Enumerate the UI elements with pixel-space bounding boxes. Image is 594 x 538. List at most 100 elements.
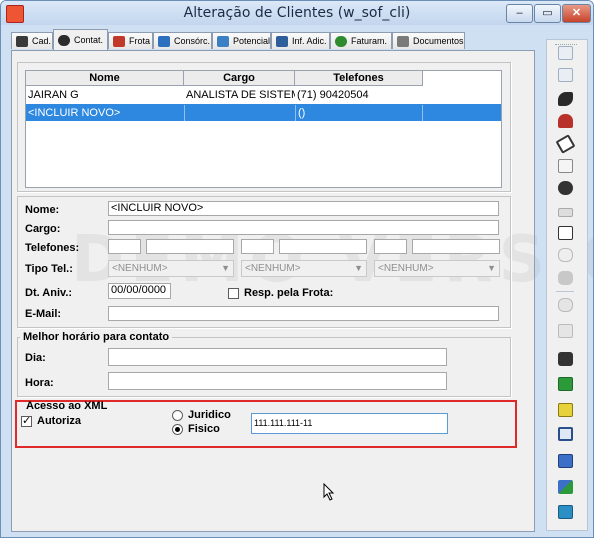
cargo-label: Cargo: xyxy=(25,223,61,235)
align-icon xyxy=(558,454,573,468)
phone2-ddd-input[interactable] xyxy=(241,239,274,254)
toolbar-button-6[interactable] xyxy=(554,157,578,175)
tab-label: Cad. xyxy=(32,36,52,46)
toolbar-button-14[interactable] xyxy=(554,350,578,368)
select-value: <NENHUM> xyxy=(112,263,168,274)
toolbar-button-12[interactable] xyxy=(554,296,578,314)
toolbar-button-4[interactable] xyxy=(554,112,578,130)
tipo-tel-select-2[interactable]: <NENHUM> ▼ xyxy=(241,260,367,277)
window-copy-icon xyxy=(558,427,573,441)
truck-icon xyxy=(558,208,573,217)
toolbar-button-10[interactable] xyxy=(554,246,578,264)
juridico-radio[interactable] xyxy=(172,410,183,421)
toolbar-button-16[interactable] xyxy=(554,401,578,419)
tab-label: Contat. xyxy=(74,35,104,45)
column-header-telefones[interactable]: Telefones xyxy=(295,71,423,86)
cargo-input[interactable] xyxy=(108,220,499,235)
cell-telefones: (71) 90420504 xyxy=(297,89,369,101)
chart-up-icon xyxy=(558,480,573,494)
tools-icon xyxy=(113,36,125,47)
toolbar-button-8[interactable] xyxy=(554,202,578,220)
eraser-icon xyxy=(555,134,576,154)
note-icon xyxy=(558,403,573,417)
maximize-button[interactable]: ▭ xyxy=(534,4,561,23)
tipo-tel-select-3[interactable]: <NENHUM> ▼ xyxy=(374,260,500,277)
email-label: E-Mail: xyxy=(25,308,62,320)
main-window: Alteração de Clientes (w_sof_cli) ‒ ▭ ✕ … xyxy=(0,0,594,538)
phone3-ddd-input[interactable] xyxy=(374,239,407,254)
tab-label: Documentos xyxy=(413,36,464,46)
toolbar-button-17[interactable] xyxy=(554,425,578,443)
phone3-number-input[interactable] xyxy=(412,239,500,254)
title-bar[interactable]: Alteração de Clientes (w_sof_cli) ‒ ▭ ✕ xyxy=(1,1,593,25)
toolbar-button-20[interactable] xyxy=(554,503,578,521)
telephone-icon xyxy=(58,35,70,46)
dia-input[interactable] xyxy=(108,348,447,366)
chevron-down-icon: ▼ xyxy=(487,263,496,273)
toolbar-button-9[interactable] xyxy=(554,224,578,242)
toolbar-button-7[interactable] xyxy=(554,179,578,197)
tab-frota[interactable]: Frota xyxy=(108,32,153,49)
tipo-tel-select-1[interactable]: <NENHUM> ▼ xyxy=(108,260,234,277)
autoriza-label: Autoriza xyxy=(37,415,81,427)
stop-icon xyxy=(558,271,573,285)
person-run-icon xyxy=(16,36,28,47)
toolbar-button-18[interactable] xyxy=(554,452,578,470)
tab-cad[interactable]: Cad. xyxy=(11,32,53,49)
tipo-tel-label: Tipo Tel.: xyxy=(25,263,73,275)
toolbar-button-19[interactable] xyxy=(554,478,578,496)
email-input[interactable] xyxy=(108,306,499,321)
cell-cargo: ANALISTA DE SISTEMAS xyxy=(186,89,295,101)
column-header-cargo[interactable]: Cargo xyxy=(184,71,295,86)
toolbar-button-11[interactable] xyxy=(554,269,578,287)
dt-aniv-input[interactable]: 00/00/0000 xyxy=(108,283,171,299)
tab-faturam[interactable]: Faturam. xyxy=(330,32,392,49)
tab-inf-adic[interactable]: Inf. Adic. xyxy=(271,32,330,49)
tab-documentos[interactable]: Documentos xyxy=(392,32,465,49)
tab-label: Potencial xyxy=(233,36,271,46)
phone2-number-input[interactable] xyxy=(279,239,367,254)
minimize-button[interactable]: ‒ xyxy=(506,4,533,23)
toolbar-button-13[interactable] xyxy=(554,322,578,340)
check-icon: ✓ xyxy=(22,415,32,427)
dt-aniv-label: Dt. Aniv.: xyxy=(25,287,73,299)
group-icon xyxy=(158,36,170,47)
chevron-down-icon: ▼ xyxy=(354,263,363,273)
toolbar-button-2[interactable] xyxy=(554,66,578,84)
cell-cargo xyxy=(184,105,295,121)
nome-input[interactable]: <INCLUIR NOVO> xyxy=(108,201,499,216)
cell-nome: JAIRAN G xyxy=(28,89,79,101)
toolbar-button-15[interactable] xyxy=(554,375,578,393)
tab-consorc[interactable]: Consórc. xyxy=(153,32,212,49)
link-icon xyxy=(558,298,573,312)
tab-label: Faturam. xyxy=(351,36,388,46)
money-bag-icon xyxy=(335,36,347,47)
radio-dot xyxy=(175,427,180,432)
phone1-ddd-input[interactable] xyxy=(108,239,141,254)
horario-title: Melhor horário para contato xyxy=(20,331,173,343)
tab-potencial[interactable]: Potencial xyxy=(212,32,271,49)
tab-contat[interactable]: Contat. xyxy=(53,29,108,50)
close-button[interactable]: ✕ xyxy=(562,4,591,23)
dia-label: Dia: xyxy=(25,352,46,364)
toolbar-button-1[interactable] xyxy=(554,44,578,62)
contacts-table[interactable]: Nome Cargo Telefones JAIRAN G ANALISTA D… xyxy=(25,70,502,188)
hora-input[interactable] xyxy=(108,372,447,390)
resp-frota-checkbox[interactable] xyxy=(228,288,239,299)
money-icon xyxy=(558,181,573,195)
hora-label: Hora: xyxy=(25,377,54,389)
fisico-label: Fisico xyxy=(188,423,220,435)
fisico-radio[interactable] xyxy=(172,424,183,435)
chevron-down-icon: ▼ xyxy=(221,263,230,273)
document-icon xyxy=(397,36,409,47)
column-header-nome[interactable]: Nome xyxy=(26,71,184,86)
nome-label: Nome: xyxy=(25,204,60,216)
toolbar-button-5[interactable] xyxy=(554,134,578,154)
autoriza-checkbox[interactable]: ✓ xyxy=(21,416,32,427)
phone1-number-input[interactable] xyxy=(146,239,234,254)
tab-label: Consórc. xyxy=(174,36,211,46)
cpf-input[interactable]: 111.111.111-11 xyxy=(251,413,448,434)
tab-label: Frota xyxy=(129,36,151,46)
select-value: <NENHUM> xyxy=(378,263,434,274)
toolbar-button-3[interactable] xyxy=(554,90,578,108)
